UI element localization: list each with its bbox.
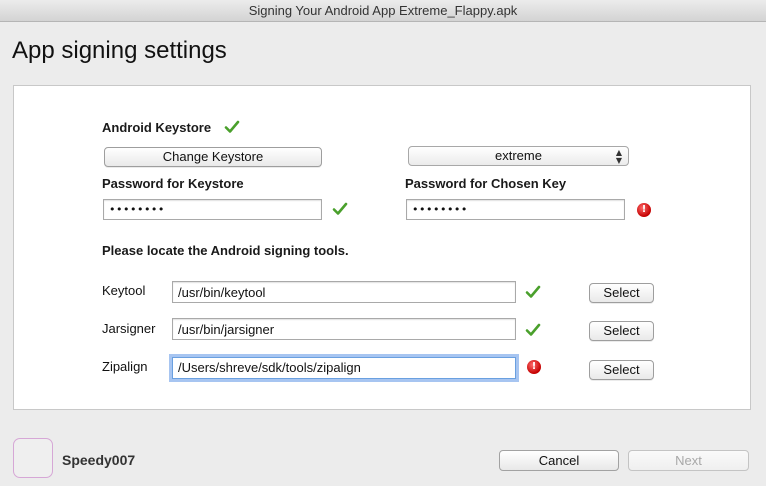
zipalign-path-field[interactable]: /Users/shreve/sdk/tools/zipalign (172, 357, 516, 379)
key-alias-select[interactable]: extreme ▲ ▼ (408, 146, 629, 166)
tools-instructions: Please locate the Android signing tools. (102, 243, 349, 258)
keystore-password-field[interactable]: •••••••• (103, 199, 322, 220)
keytool-select-button[interactable]: Select (589, 283, 654, 303)
keytool-path-field[interactable]: /usr/bin/keytool (172, 281, 516, 303)
keytool-label: Keytool (102, 283, 146, 298)
checkmark-icon (525, 323, 541, 336)
zipalign-select-button[interactable]: Select (589, 360, 654, 380)
zipalign-label: Zipalign (102, 359, 148, 374)
username: Speedy007 (62, 452, 136, 468)
window-title: Signing Your Android App Extreme_Flappy.… (248, 3, 518, 18)
key-alias-selected-value: extreme (495, 148, 542, 163)
jarsigner-path-field[interactable]: /usr/bin/jarsigner (172, 318, 516, 340)
avatar (13, 438, 53, 478)
keystore-heading: Android Keystore (102, 120, 212, 135)
updown-arrows-icon: ▲ ▼ (615, 148, 622, 165)
keystore-password-label: Password for Keystore (102, 176, 244, 191)
jarsigner-label: Jarsigner (102, 321, 156, 336)
checkmark-icon (332, 202, 348, 215)
error-icon: ! (527, 360, 541, 374)
next-button[interactable]: Next (628, 450, 749, 471)
window-title-bar: Signing Your Android App Extreme_Flappy.… (0, 0, 766, 22)
checkmark-icon (525, 285, 541, 298)
jarsigner-select-button[interactable]: Select (589, 321, 654, 341)
key-password-label: Password for Chosen Key (405, 176, 567, 191)
error-icon: ! (637, 203, 651, 217)
key-password-field[interactable]: •••••••• (406, 199, 625, 220)
page-title: App signing settings (12, 37, 227, 64)
checkmark-icon (224, 120, 240, 133)
change-keystore-button[interactable]: Change Keystore (104, 147, 322, 167)
cancel-button[interactable]: Cancel (499, 450, 619, 471)
